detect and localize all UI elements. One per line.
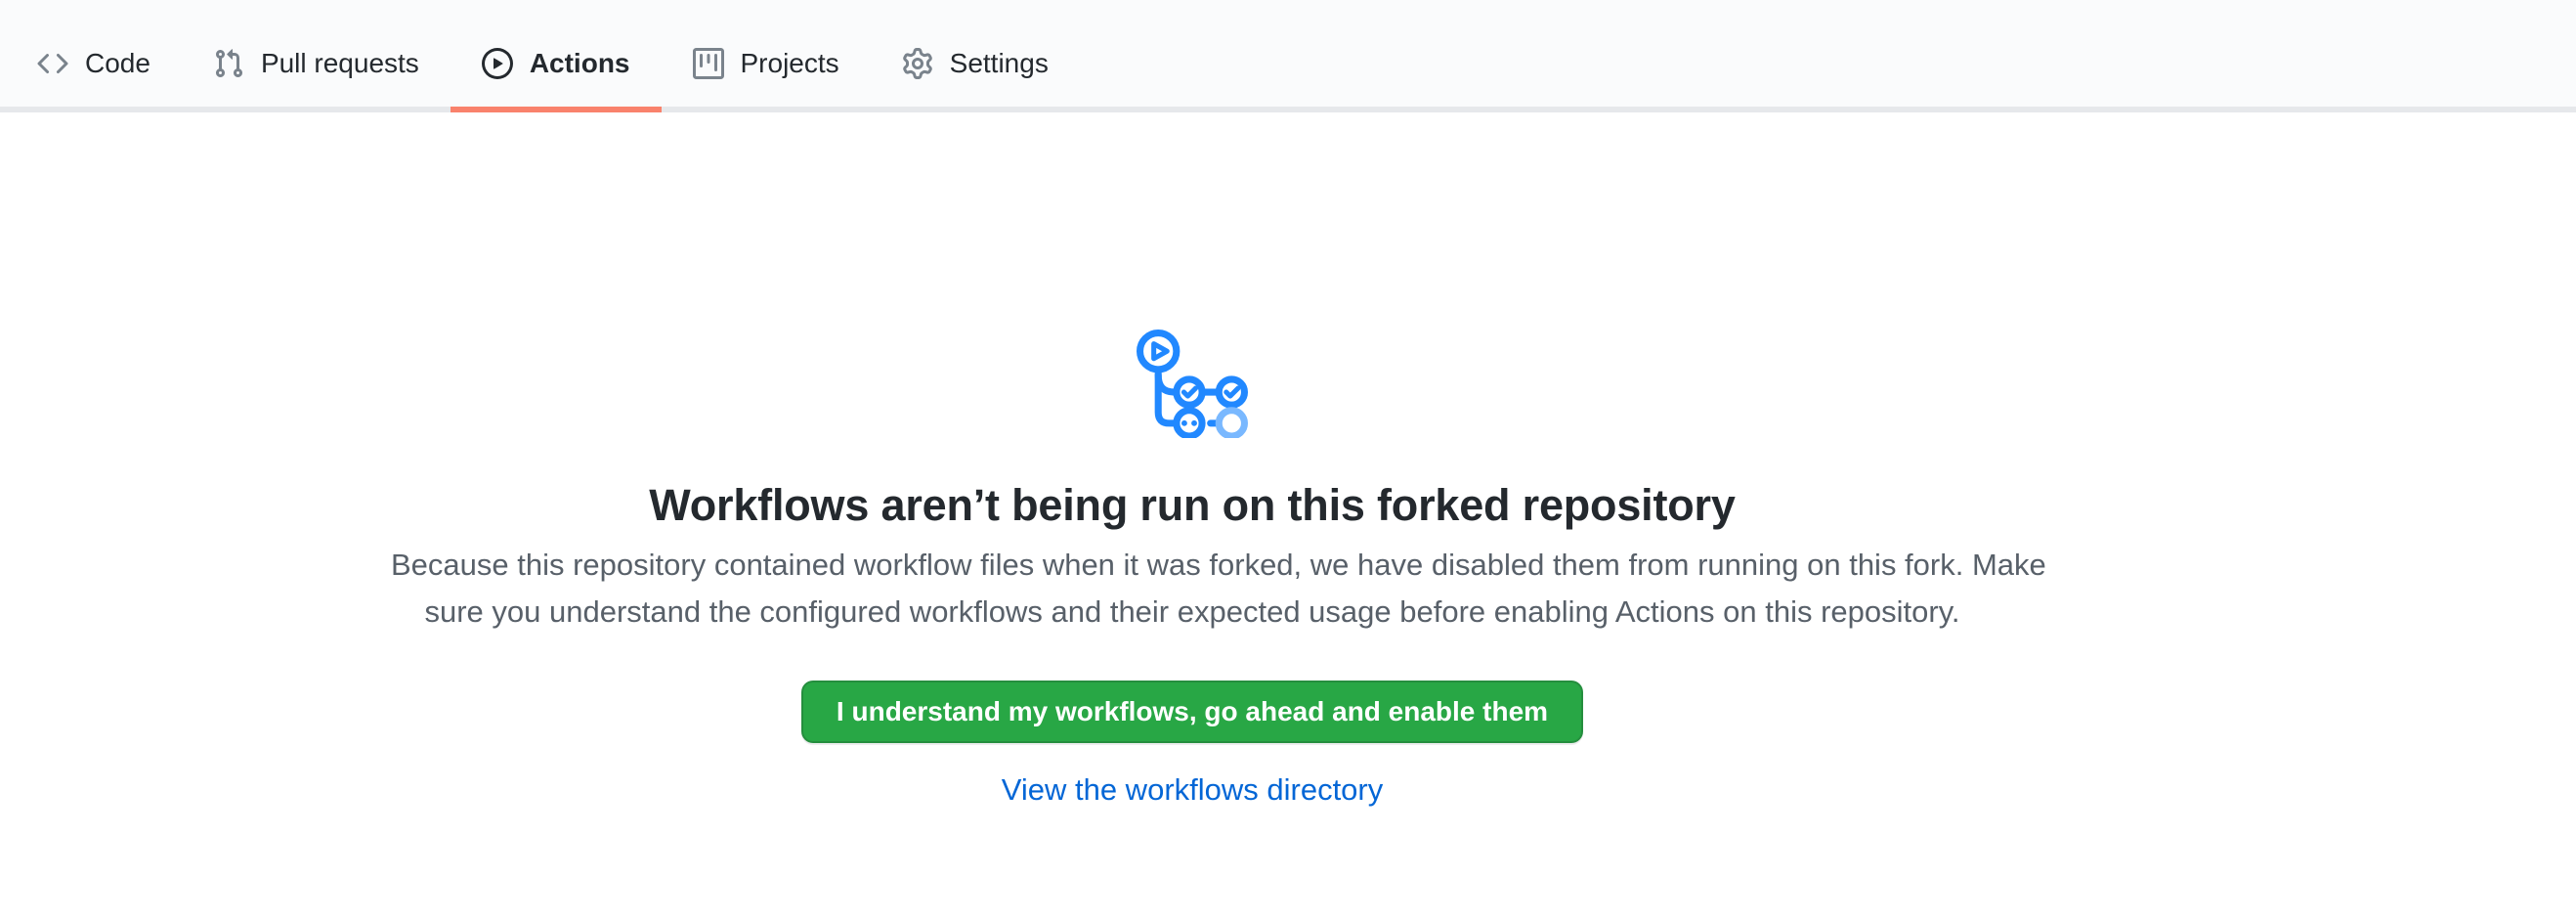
tab-pull-requests-label: Pull requests: [261, 48, 419, 79]
repo-tab-bar: Code Pull requests Actions Projects: [0, 0, 2576, 112]
tab-projects-label: Projects: [741, 48, 839, 79]
gear-icon: [902, 48, 933, 79]
tab-code-label: Code: [85, 48, 150, 79]
tab-projects[interactable]: Projects: [662, 0, 871, 107]
blankslate-description: Because this repository contained workfl…: [391, 542, 1994, 636]
tab-settings[interactable]: Settings: [871, 0, 1080, 107]
actions-blankslate: Workflows aren’t being run on this forke…: [391, 330, 1994, 808]
description-line-2: sure you understand the configured workf…: [391, 589, 1994, 636]
actions-workflow-icon: [1137, 330, 1248, 438]
description-line-1: Because this repository contained workfl…: [391, 542, 1994, 589]
git-pull-request-icon: [213, 48, 244, 79]
workflows-link-row: View the workflows directory: [391, 772, 1994, 808]
tab-actions-label: Actions: [530, 48, 630, 79]
tab-actions[interactable]: Actions: [451, 0, 662, 107]
tab-pull-requests[interactable]: Pull requests: [182, 0, 451, 107]
enable-workflows-button[interactable]: I understand my workflows, go ahead and …: [801, 681, 1583, 743]
actions-page: Code Pull requests Actions Projects: [0, 0, 2576, 923]
project-icon: [693, 48, 724, 79]
tab-code[interactable]: Code: [6, 0, 182, 107]
code-icon: [37, 48, 68, 79]
tab-settings-label: Settings: [950, 48, 1049, 79]
play-icon: [482, 48, 513, 79]
view-workflows-directory-link[interactable]: View the workflows directory: [1002, 772, 1384, 807]
page-title: Workflows aren’t being run on this forke…: [391, 477, 1994, 534]
